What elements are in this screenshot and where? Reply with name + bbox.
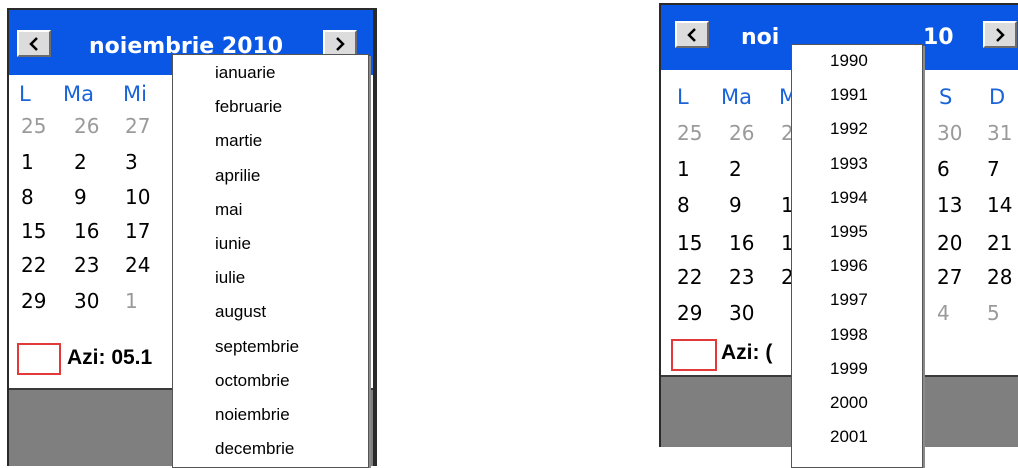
dropdown-option[interactable]: mai [173, 200, 368, 220]
day-cell[interactable]: 5 [987, 301, 1000, 325]
dropdown-option[interactable]: noiembrie [173, 405, 368, 425]
day-cell[interactable]: 20 [937, 231, 962, 255]
chevron-right-icon [996, 27, 1005, 42]
calendar-title-visible-part[interactable]: noi [741, 25, 779, 50]
today-indicator [671, 339, 717, 371]
weekday-label: L [677, 85, 689, 109]
weekday-label: S [939, 85, 953, 109]
day-cell[interactable]: 13 [937, 193, 962, 217]
prev-month-button[interactable] [675, 21, 709, 48]
day-cell[interactable]: 2 [729, 157, 742, 181]
dropdown-option[interactable]: 1992 [792, 119, 922, 139]
day-cell[interactable]: 3 [125, 150, 138, 174]
day-cell[interactable]: 29 [21, 289, 46, 313]
dropdown-option[interactable]: 1993 [792, 154, 922, 174]
dropdown-option[interactable]: decembrie [173, 439, 368, 459]
day-cell[interactable]: 10 [125, 185, 150, 209]
day-cell[interactable]: 23 [74, 253, 99, 277]
day-cell[interactable]: 9 [74, 185, 87, 209]
today-indicator [17, 343, 61, 375]
day-cell[interactable]: 2 [74, 150, 87, 174]
day-cell[interactable]: 24 [125, 253, 150, 277]
weekday-label: D [989, 85, 1006, 109]
day-cell[interactable]: 25 [21, 114, 46, 138]
day-cell[interactable]: 21 [987, 231, 1012, 255]
dropdown-option[interactable]: 2001 [792, 427, 922, 447]
dropdown-option[interactable]: 1996 [792, 256, 922, 276]
prev-month-button[interactable] [17, 30, 51, 57]
weekday-label: L [19, 82, 31, 106]
chevron-right-icon [336, 36, 345, 51]
weekday-label: Ma [63, 82, 94, 106]
day-cell[interactable]: 27 [125, 114, 150, 138]
day-cell[interactable]: 15 [21, 219, 46, 243]
calendar-title-visible-part[interactable]: 10 [923, 25, 954, 50]
day-cell[interactable]: 29 [677, 301, 702, 325]
day-cell[interactable]: 27 [937, 265, 962, 289]
dropdown-option[interactable]: octombrie [173, 371, 368, 391]
day-cell[interactable]: 14 [987, 193, 1012, 217]
day-cell[interactable]: 16 [74, 219, 99, 243]
dropdown-option[interactable]: ianuarie [173, 63, 368, 83]
day-cell[interactable]: 8 [677, 193, 690, 217]
day-cell[interactable]: 23 [729, 265, 754, 289]
dropdown-option[interactable]: 2000 [792, 393, 922, 413]
dropdown-option[interactable]: septembrie [173, 337, 368, 357]
day-cell[interactable]: 15 [677, 231, 702, 255]
day-cell[interactable]: 28 [987, 265, 1012, 289]
today-link[interactable]: Azi: ( [721, 341, 772, 365]
day-cell[interactable]: 1 [677, 157, 690, 181]
day-cell[interactable]: 1 [125, 289, 138, 313]
day-cell[interactable]: 8 [21, 185, 34, 209]
day-cell[interactable]: 7 [987, 157, 1000, 181]
next-month-button[interactable] [983, 21, 1017, 48]
dropdown-option[interactable]: 1990 [792, 51, 922, 71]
chevron-left-icon [687, 27, 696, 42]
day-cell[interactable]: 1 [21, 150, 34, 174]
day-cell[interactable]: 26 [729, 121, 754, 145]
chevron-left-icon [29, 36, 38, 51]
day-cell[interactable]: 26 [74, 114, 99, 138]
dropdown-option[interactable]: 1998 [792, 325, 922, 345]
day-cell[interactable]: 25 [677, 121, 702, 145]
day-cell[interactable]: 22 [677, 265, 702, 289]
day-cell[interactable]: 6 [937, 157, 950, 181]
dropdown-option[interactable]: 1991 [792, 85, 922, 105]
dropdown-option[interactable]: februarie [173, 97, 368, 117]
day-cell[interactable]: 4 [937, 301, 950, 325]
dropdown-option[interactable]: august [173, 302, 368, 322]
day-cell[interactable]: 16 [729, 231, 754, 255]
dropdown-option[interactable]: iulie [173, 268, 368, 288]
next-month-button[interactable] [323, 30, 357, 57]
today-link[interactable]: Azi: 05.1 [67, 346, 152, 370]
dropdown-option[interactable]: iunie [173, 234, 368, 254]
weekday-label: Mi [123, 82, 147, 106]
day-cell[interactable]: 30 [937, 121, 962, 145]
day-cell[interactable]: 31 [987, 121, 1012, 145]
dropdown-option[interactable]: aprilie [173, 166, 368, 186]
day-cell[interactable]: 22 [21, 253, 46, 277]
dropdown-option[interactable]: 1997 [792, 290, 922, 310]
day-cell[interactable]: 30 [729, 301, 754, 325]
day-cell[interactable]: 30 [74, 289, 99, 313]
dropdown-option[interactable]: martie [173, 131, 368, 151]
dropdown-option[interactable]: 1999 [792, 359, 922, 379]
dropdown-option[interactable]: 1995 [792, 222, 922, 242]
day-cell[interactable]: 9 [729, 193, 742, 217]
weekday-label: Ma [721, 85, 752, 109]
year-dropdown: 1990 1991 1992 1993 1994 1995 1996 1997 1998 1999… [791, 44, 923, 468]
dropdown-option[interactable]: 1994 [792, 188, 922, 208]
month-dropdown: ianuarie februarie martie aprilie mai iunie iu… [172, 54, 369, 468]
day-cell[interactable]: 17 [125, 219, 150, 243]
